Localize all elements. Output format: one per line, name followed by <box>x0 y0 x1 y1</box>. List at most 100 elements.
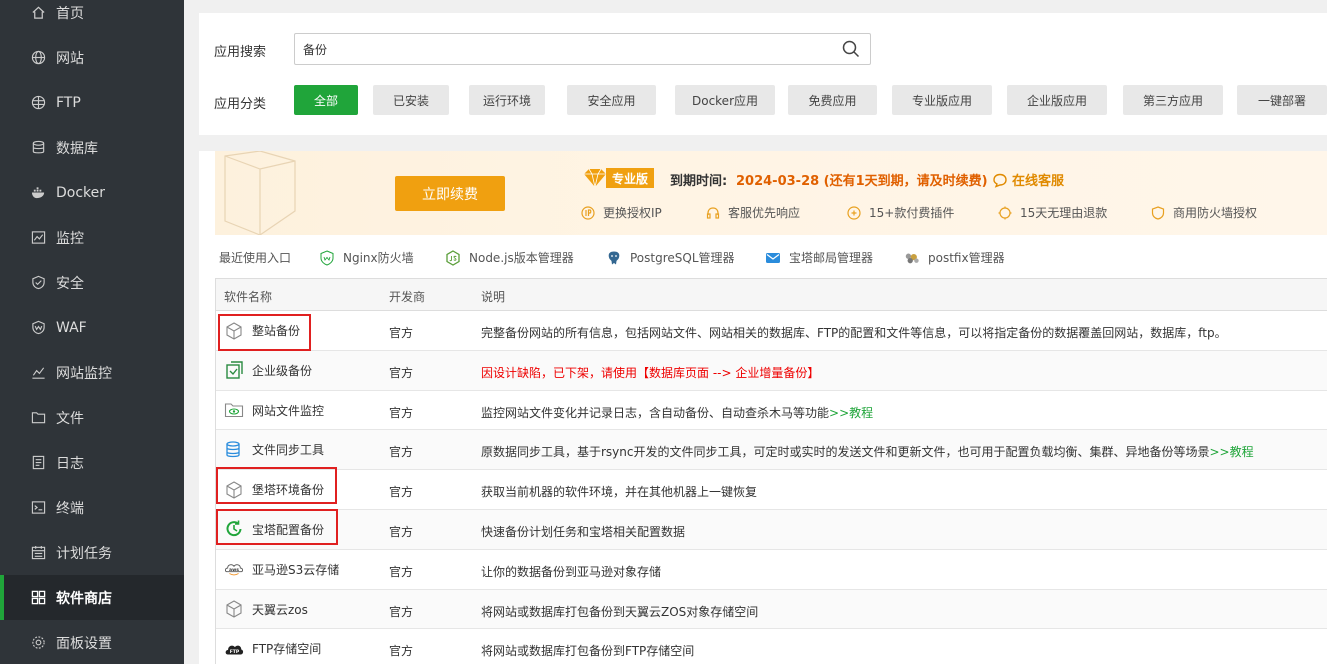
database-icon <box>30 140 46 156</box>
sidebar-item-settings[interactable]: 面板设置 <box>0 620 184 664</box>
sidebar-item-label: 文件 <box>56 410 84 427</box>
app-name-cell[interactable]: aws 亚马逊S3云存储 <box>224 550 339 589</box>
box-decoration-icon <box>224 151 296 235</box>
table-row[interactable]: 整站备份 官方 完整备份网站的所有信息，包括网站文件、网站相关的数据库、FTP的… <box>216 311 1327 351</box>
app-name-cell[interactable]: 堡塔环境备份 <box>224 470 324 509</box>
app-description: 让你的数据备份到亚马逊对象存储 <box>481 564 662 579</box>
table-row[interactable]: 文件同步工具 官方 原数据同步工具，基于rsync开发的文件同步工具，可定时或实… <box>216 430 1327 471</box>
app-name: 网站文件监控 <box>252 403 325 418</box>
docker-icon <box>30 185 46 201</box>
app-description: 原数据同步工具，基于rsync开发的文件同步工具，可定时或实时的发送文件和更新文… <box>481 443 1254 460</box>
app-description: 将网站或数据库打包备份到FTP存储空间 <box>481 644 695 659</box>
sidebar-item-waf[interactable]: WAF <box>0 305 184 350</box>
app-developer: 官方 <box>389 326 414 340</box>
app-name-cell[interactable]: 企业级备份 <box>224 351 312 390</box>
sidebar-item-security[interactable]: 安全 <box>0 260 184 305</box>
app-store-panel: 应用搜索 应用分类 全部 已安装 运行环境 安全应用 Docker应用 免费应用… <box>199 13 1327 664</box>
pro-badge: 专业版 <box>582 168 655 188</box>
sidebar-item-home[interactable]: 首页 <box>0 0 184 35</box>
sidebar-item-database[interactable]: 数据库 <box>0 125 184 170</box>
app-name: 亚马逊S3云存储 <box>252 562 340 577</box>
sidebar-item-label: WAF <box>56 319 87 336</box>
ftp-cloud-icon: FTP <box>224 639 244 659</box>
folder-icon <box>30 410 46 426</box>
table-row[interactable]: 堡塔环境备份 官方 获取当前机器的软件环境，并在其他机器上一键恢复 <box>216 470 1327 510</box>
category-runtime[interactable]: 运行环境 <box>469 85 545 115</box>
table-row[interactable]: aws 亚马逊S3云存储 官方 让你的数据备份到亚马逊对象存储 <box>216 549 1327 590</box>
refund-icon <box>998 206 1012 219</box>
feature-label: 商用防火墙授权 <box>1173 206 1258 220</box>
sidebar-item-docker[interactable]: Docker <box>0 170 184 215</box>
category-all[interactable]: 全部 <box>294 85 358 115</box>
app-name-cell[interactable]: 宝塔配置备份 <box>224 510 324 549</box>
tutorial-link[interactable]: >>教程 <box>1210 445 1254 459</box>
table-row[interactable]: 宝塔配置备份 官方 快速备份计划任务和宝塔相关配置数据 <box>216 509 1327 550</box>
app-description-text: 原数据同步工具，基于rsync开发的文件同步工具，可定时或实时的发送文件和更新文… <box>481 445 1210 460</box>
svg-text:FTP: FTP <box>230 649 240 655</box>
app-name-cell[interactable]: 整站备份 <box>224 311 300 350</box>
table-row[interactable]: 企业级备份 官方 因设计缺陷，已下架，请使用【数据库页面 --> 企业增量备份】 <box>216 350 1327 391</box>
aws-icon: aws <box>224 559 244 579</box>
sidebar-item-logs[interactable]: 日志 <box>0 440 184 485</box>
sidebar-item-label: 面板设置 <box>56 635 112 652</box>
table-row[interactable]: FTP FTP存储空间 官方 将网站或数据库打包备份到FTP存储空间 <box>216 629 1327 664</box>
recent-item-nginx-waf[interactable]: Nginx防火墙 <box>319 249 414 266</box>
tutorial-link[interactable]: >>教程 <box>829 406 873 420</box>
sidebar-item-label: 网站监控 <box>56 365 112 382</box>
svg-text:aws: aws <box>229 568 239 573</box>
app-name-cell[interactable]: 网站文件监控 <box>224 391 324 430</box>
category-docker[interactable]: Docker应用 <box>675 85 775 115</box>
search-label: 应用搜索 <box>214 45 267 60</box>
sidebar-item-ftp[interactable]: FTP <box>0 80 184 125</box>
app-description: 将网站或数据库打包备份到天翼云ZOS对象存储空间 <box>481 604 759 619</box>
app-developer: 官方 <box>389 365 414 380</box>
app-name-cell[interactable]: 文件同步工具 <box>224 430 324 469</box>
sidebar-item-app-store[interactable]: 软件商店 <box>0 575 184 620</box>
sidebar-item-label: 安全 <box>56 275 84 292</box>
recent-item-mail-server[interactable]: 宝塔邮局管理器 <box>765 249 873 266</box>
category-security[interactable]: 安全应用 <box>567 85 656 115</box>
online-service-link[interactable]: 在线客服 <box>992 170 1064 189</box>
sidebar-item-label: 终端 <box>56 500 84 517</box>
table-row[interactable]: 天翼云zos 官方 将网站或数据库打包备份到天翼云ZOS对象存储空间 <box>216 589 1327 630</box>
app-description: 快速备份计划任务和宝塔相关配置数据 <box>481 524 686 539</box>
recent-item-label: Nginx防火墙 <box>343 251 414 265</box>
app-name-cell[interactable]: FTP FTP存储空间 <box>224 629 321 664</box>
sidebar-item-site-monitor[interactable]: 网站监控 <box>0 350 184 395</box>
feature-label: 客服优先响应 <box>728 206 801 220</box>
ip-icon <box>581 205 595 220</box>
online-service-label: 在线客服 <box>1012 174 1065 189</box>
app-developer: 官方 <box>389 564 414 579</box>
headset-icon <box>706 206 720 219</box>
sidebar-item-label: 计划任务 <box>56 545 112 562</box>
category-installed[interactable]: 已安装 <box>373 85 449 115</box>
category-free[interactable]: 免费应用 <box>788 85 877 115</box>
category-third-party[interactable]: 第三方应用 <box>1123 85 1223 115</box>
search-input[interactable] <box>295 34 825 64</box>
waf-shield-icon <box>30 320 46 336</box>
category-one-click[interactable]: 一键部署 <box>1237 85 1327 115</box>
sidebar-item-website[interactable]: 网站 <box>0 35 184 80</box>
recent-label: 最近使用入口 <box>219 251 292 265</box>
search-icon[interactable] <box>842 40 860 58</box>
sidebar-item-terminal[interactable]: 终端 <box>0 485 184 530</box>
mail-icon <box>765 250 781 266</box>
sidebar-item-cron[interactable]: 计划任务 <box>0 530 184 575</box>
renew-button[interactable]: 立即续费 <box>395 176 505 211</box>
feature-firewall-license: 商用防火墙授权 <box>1151 204 1257 221</box>
feature-label: 15天无理由退款 <box>1020 206 1108 220</box>
recent-item-nodejs[interactable]: Node.js版本管理器 <box>445 249 574 266</box>
category-pro[interactable]: 专业版应用 <box>892 85 992 115</box>
recent-item-postgresql[interactable]: PostgreSQL管理器 <box>606 249 735 266</box>
col-header-name: 软件名称 <box>224 290 273 304</box>
sidebar-item-files[interactable]: 文件 <box>0 395 184 440</box>
box-icon <box>224 480 244 500</box>
recent-item-postfix[interactable]: postfix管理器 <box>904 249 1005 266</box>
feature-label: 更换授权IP <box>603 206 662 220</box>
sidebar-item-label: 数据库 <box>56 140 98 157</box>
sidebar-item-monitor[interactable]: 监控 <box>0 215 184 260</box>
expire-value: 2024-03-28 (还有1天到期，请及时续费) <box>736 174 988 189</box>
table-row[interactable]: 网站文件监控 官方 监控网站文件变化并记录日志，含自动备份、自动查杀木马等功能>… <box>216 390 1327 431</box>
app-name-cell[interactable]: 天翼云zos <box>224 590 308 629</box>
category-enterprise[interactable]: 企业版应用 <box>1007 85 1107 115</box>
